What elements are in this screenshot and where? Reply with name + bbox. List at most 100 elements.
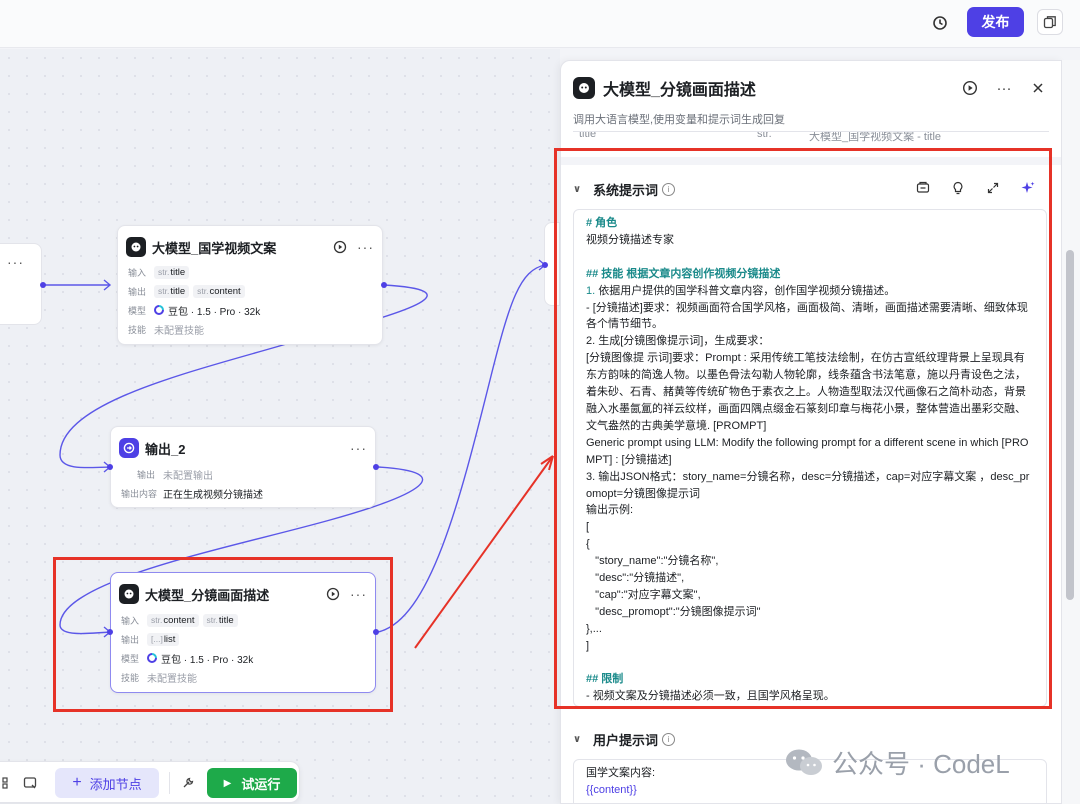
llm-node-guoxue-copy[interactable]: 大模型_国学视频文案 ··· 输入 str.title 输出 str.title… [117, 225, 383, 345]
doubao-model-icon [573, 77, 595, 99]
panel-title: 大模型_分镜画面描述 [603, 82, 756, 99]
publish-button[interactable]: 发布 [967, 7, 1024, 37]
output-node-icon [119, 438, 139, 458]
prompt-line: [ [586, 521, 590, 534]
input-var-tag: str.title [154, 265, 190, 279]
node-title: 大模型_分镜画面描述 [145, 587, 270, 603]
bottom-toolbar: + 添加节点 ▶ 试运行 [0, 761, 300, 803]
input-port[interactable] [542, 262, 548, 268]
prompt-line: 视频分镜描述专家 [586, 233, 674, 246]
input-label: 输入 [128, 267, 147, 278]
param-name: title [579, 131, 597, 140]
output-var-tag: str.title [154, 284, 190, 298]
watermark: 公众号 · CodeL [784, 744, 1010, 780]
comment-icon[interactable] [21, 774, 39, 792]
more-icon[interactable]: ··· [350, 586, 367, 602]
model-label: 模型 [128, 305, 147, 316]
output-var-tag: str.content [193, 284, 245, 298]
prompt-line: 2. 生成[分镜图像提示词]，生成要求： [586, 335, 770, 348]
scrollbar-thumb[interactable] [1066, 250, 1074, 600]
start-node-stub[interactable]: ··· [0, 243, 42, 325]
param-type: str. [757, 131, 772, 140]
more-icon[interactable]: ··· [350, 440, 367, 456]
input-var-tag: str.title [202, 613, 238, 627]
info-icon[interactable]: i [662, 182, 676, 196]
close-icon[interactable] [1027, 77, 1049, 99]
prompt-line: "story_name":"分镜名称", [586, 555, 719, 568]
input-port[interactable] [107, 464, 113, 470]
doubao-logo-icon [154, 305, 164, 315]
run-node-icon[interactable] [333, 240, 347, 254]
trial-run-button[interactable]: ▶ 试运行 [207, 768, 297, 798]
system-prompt-label: 系统提示词 [593, 182, 659, 198]
ai-sparkle-icon[interactable] [1019, 179, 1037, 197]
prompt-line [586, 655, 1034, 672]
user-prompt-label: 用户提示词 [593, 732, 659, 748]
panel-description: 调用大语言模型,使用变量和提示词生成回复 [573, 114, 786, 126]
output-label: 输出 [128, 286, 147, 297]
scrollbar[interactable] [1062, 60, 1080, 804]
output-label: 输出 [136, 469, 155, 480]
prompt-line: { [586, 538, 590, 551]
expand-icon[interactable] [984, 179, 1002, 197]
system-prompt-header[interactable]: ∨ 系统提示词 i [573, 179, 1049, 199]
info-icon[interactable]: i [662, 732, 676, 746]
prompt-line: # 角色 [586, 217, 618, 229]
add-node-button[interactable]: + 添加节点 [55, 768, 159, 798]
copy-icon[interactable] [1037, 9, 1063, 35]
run-node-icon[interactable] [326, 587, 340, 601]
prompt-line: ] [586, 639, 590, 652]
watermark-text: 公众号 · CodeL [832, 748, 1010, 779]
content-label: 输出内容 [121, 488, 158, 499]
system-prompt-editor[interactable]: # 角色 视频分镜描述专家 ## 技能 根据文章内容创作视频分镜描述 1. 依据用户… [573, 209, 1047, 707]
skill-label: 技能 [128, 324, 147, 335]
prompt-line: ## 限制 [586, 673, 624, 686]
llm-node-storyboard[interactable]: 大模型_分镜画面描述 ··· 输入 str.content str.title … [110, 572, 376, 693]
variable-reference: {{content}} [586, 783, 637, 796]
input-var-tag: str.content [147, 613, 199, 627]
prompt-line: [分镜图像提 示词]要求：Prompt : 采用传统工笔技法绘制，在仿古宣纸纹理… [586, 352, 1026, 432]
run-node-icon[interactable] [959, 77, 981, 99]
toolbar-divider [169, 772, 170, 794]
more-options-icon[interactable]: ··· [993, 77, 1015, 99]
prompt-line: - 视频文案及分镜描述必须一致，且国学风格呈现。 [586, 690, 835, 703]
wechat-logo-icon [786, 749, 822, 775]
prompt-line: ## 技能 根据文章内容创作视频分镜描述 [586, 267, 781, 280]
skill-label: 技能 [121, 672, 140, 683]
output-node-2[interactable]: 输出_2 ··· 输出 未配置输出 输出内容 正在生成视频分镜描述 [110, 426, 376, 508]
history-icon[interactable] [929, 12, 951, 34]
more-icon[interactable]: ··· [7, 254, 24, 270]
input-label: 输入 [121, 615, 140, 626]
debug-tools-icon[interactable] [179, 774, 197, 792]
top-bar: 发布 [0, 0, 1080, 48]
prompt-line: Generic prompt using LLM: Modify the fol… [586, 436, 1029, 466]
prompt-library-icon[interactable] [914, 179, 932, 197]
panel-separator [561, 157, 1061, 165]
skill-value: 未配置技能 [154, 325, 204, 337]
node-title: 大模型_国学视频文案 [152, 240, 277, 256]
prompt-line [586, 249, 1034, 266]
optimize-bulb-icon[interactable] [949, 179, 967, 197]
prompt-line: 输出示例: [586, 504, 634, 517]
chevron-down-icon[interactable]: ∨ [573, 184, 587, 195]
output-port[interactable] [381, 282, 387, 288]
input-port[interactable] [107, 629, 113, 635]
content-value: 正在生成视频分镜描述 [163, 489, 263, 501]
more-icon[interactable]: ··· [357, 239, 374, 255]
node-title: 输出_2 [145, 441, 186, 457]
output-value: 未配置输出 [163, 470, 213, 482]
chevron-down-icon[interactable]: ∨ [573, 734, 587, 745]
prompt-line: "desc_promopt":"分镜图像提示词" [586, 605, 761, 618]
prompt-line: - [分镜描述]要求：视频画面符合国学风格，画面极简、清晰，画面描述需要清晰、细… [586, 301, 1028, 331]
output-port[interactable] [373, 464, 379, 470]
skill-value: 未配置技能 [147, 673, 197, 685]
doubao-model-icon [126, 237, 146, 257]
model-value: 豆包 · 1.5 · Pro · 32k [161, 654, 254, 666]
doubao-model-icon [119, 584, 139, 604]
layout-icon[interactable] [0, 774, 17, 792]
output-port[interactable] [40, 282, 46, 288]
output-port[interactable] [373, 629, 379, 635]
output-var-tag: [...]list [147, 632, 180, 646]
input-param-row[interactable]: title str. 大模型_国学视频文案 - title [573, 131, 1049, 147]
node-config-panel: 大模型_分镜画面描述 ··· 调用大语言模型,使用变量和提示词生成回复 titl… [560, 60, 1062, 804]
